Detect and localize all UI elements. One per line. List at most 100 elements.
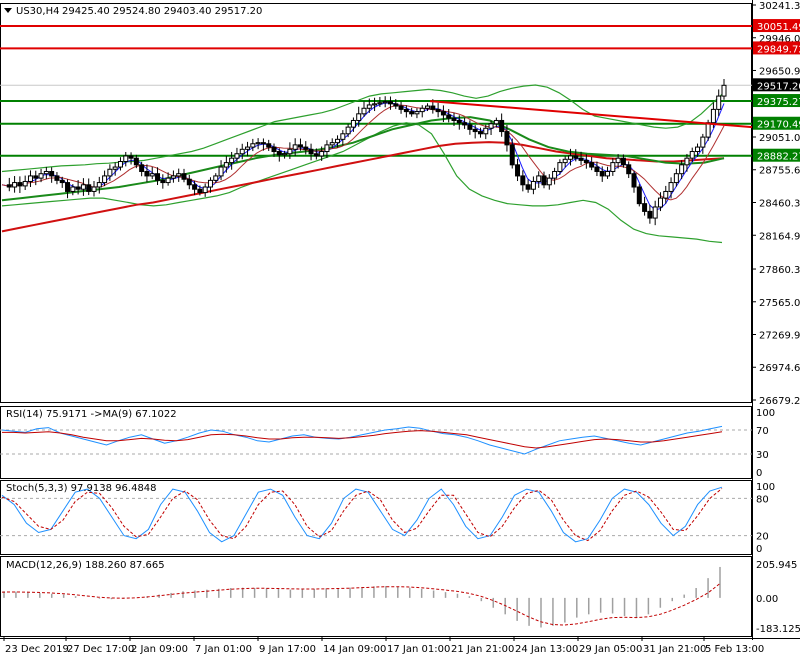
- candle-body: [160, 179, 166, 184]
- candle-body: [721, 84, 727, 97]
- candle-body: [366, 104, 372, 109]
- candle-body: [382, 101, 388, 104]
- candle-body: [276, 151, 282, 156]
- candle-body: [266, 143, 272, 148]
- macd-label: MACD(12,26,9) 188.260 87.665: [6, 560, 165, 571]
- candle-body: [695, 146, 701, 153]
- candle-body: [679, 164, 685, 175]
- price-tick-label: 26679.25: [759, 396, 800, 407]
- macd-tick-label: -183.125: [756, 624, 800, 635]
- candle-body: [117, 161, 123, 168]
- candle-body: [372, 103, 378, 106]
- candle-body: [223, 162, 229, 168]
- candle-body: [329, 142, 335, 146]
- candle-body: [12, 182, 18, 188]
- candle-body: [192, 184, 198, 190]
- candle-body: [149, 173, 155, 177]
- chevron-down-icon[interactable]: [4, 8, 12, 13]
- candle-body: [133, 157, 139, 166]
- candle-body: [583, 159, 589, 164]
- candle-body: [245, 146, 251, 150]
- candle-body: [599, 170, 605, 177]
- candle-body: [398, 105, 404, 110]
- macd-tick-label: 205.945: [756, 560, 797, 571]
- candle-body: [17, 182, 23, 187]
- candle-body: [324, 144, 330, 153]
- candle-body: [107, 168, 113, 177]
- candle-body: [626, 164, 632, 175]
- time-tick-label: 17 Jan 01:00: [387, 644, 450, 655]
- price-tick-label: 28164.95: [759, 231, 800, 242]
- candle-body: [361, 107, 367, 115]
- time-tick-label: 7 Jan 01:00: [195, 644, 252, 655]
- candle-body: [509, 144, 515, 166]
- candle-body: [440, 111, 446, 116]
- candle-body: [38, 173, 44, 179]
- level-tag-label: 29170.49: [757, 120, 800, 131]
- level-tag-label: 29517.20: [757, 81, 800, 92]
- candle-body: [229, 157, 235, 164]
- candle-body: [255, 142, 261, 145]
- rsi-tick-label: 30: [756, 450, 769, 461]
- level-tag-label: 29849.72: [757, 44, 800, 55]
- candle-body: [213, 175, 219, 181]
- level-tag-label: 29375.27: [757, 97, 800, 108]
- candle-body: [472, 128, 478, 133]
- candle-body: [499, 119, 505, 133]
- candle-body: [483, 127, 489, 135]
- candle-body: [605, 170, 611, 177]
- candle-body: [567, 155, 573, 160]
- candle-body: [642, 203, 648, 212]
- candle-body: [705, 122, 711, 138]
- candle-body: [594, 166, 600, 172]
- candle-body: [202, 186, 208, 194]
- candle-body: [144, 170, 150, 177]
- stoch-label: Stoch(5,3,3) 97.9138 96.4848: [6, 483, 157, 494]
- ohlc-readout: 29425.40 29524.80 29403.40 29517.20: [62, 6, 262, 17]
- candle-body: [340, 133, 346, 140]
- candle-body: [139, 164, 145, 172]
- time-tick-label: 2 Jan 09:00: [131, 644, 188, 655]
- candle-body: [552, 170, 558, 179]
- candle-body: [165, 177, 171, 184]
- candle-body: [430, 105, 436, 110]
- candle-body: [96, 182, 102, 188]
- candle-body: [668, 182, 674, 192]
- candle-body: [313, 153, 319, 157]
- candle-body: [292, 144, 298, 150]
- candle-body: [356, 113, 362, 121]
- candle-body: [504, 131, 510, 146]
- candle-body: [435, 108, 441, 113]
- moving-average-medium: [1, 104, 725, 201]
- candle-body: [467, 124, 473, 130]
- candle-body: [610, 162, 616, 172]
- candle-body: [536, 175, 542, 182]
- stoch-tick-label: 80: [756, 494, 769, 505]
- chart-canvas[interactable]: 30241.3529946.0029650.9529355.6029051.00…: [0, 0, 800, 660]
- candle-body: [377, 102, 383, 105]
- candle-body: [54, 175, 60, 181]
- candle-body: [488, 123, 494, 129]
- candle-body: [170, 175, 176, 179]
- time-tick-label: 21 Jan 21:00: [451, 644, 514, 655]
- candle-body: [350, 119, 356, 128]
- candle-body: [271, 146, 277, 153]
- candle-body: [319, 151, 325, 157]
- candle-body: [197, 188, 203, 194]
- candle-body: [207, 179, 213, 188]
- candle-body: [6, 184, 12, 188]
- symbol-label: US30,H4: [16, 6, 59, 17]
- candle-body: [663, 190, 669, 199]
- trading-chart[interactable]: 30241.3529946.0029650.9529355.6029051.00…: [0, 0, 800, 660]
- rsi-label: RSI(14) 75.9171 ->MA(9) 67.1022: [6, 409, 177, 420]
- price-tick-label: 26974.60: [759, 363, 800, 374]
- candle-body: [260, 142, 266, 145]
- candle-body: [647, 210, 653, 219]
- candle-body: [456, 119, 462, 124]
- candle-body: [297, 144, 303, 148]
- candle-body: [578, 157, 584, 161]
- level-tag-label: 30051.49: [757, 22, 800, 33]
- rsi-tick-label: 70: [756, 426, 769, 437]
- candle-body: [684, 157, 690, 166]
- candle-body: [186, 178, 192, 186]
